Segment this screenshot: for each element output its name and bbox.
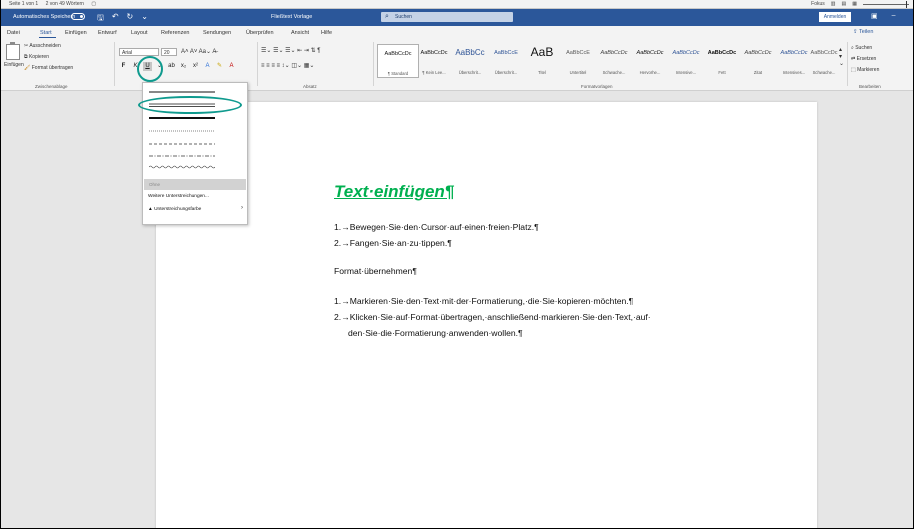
autosave-toggle[interactable]: [71, 13, 85, 20]
share-button[interactable]: ⇪ Teilen: [853, 29, 873, 35]
tab-file[interactable]: Datei: [7, 30, 20, 36]
undo-icon[interactable]: ↶: [112, 12, 119, 26]
page-count[interactable]: Seite 1 von 1: [9, 1, 38, 7]
select-button[interactable]: ⬚ Markieren: [851, 67, 879, 73]
ribbon-display-icon[interactable]: ▣: [871, 12, 878, 20]
ribbon-tabs: Datei Start Einfügen Entwurf Layout Refe…: [1, 26, 913, 38]
group-divider: [257, 42, 258, 86]
list-item[interactable]: 2.→Fangen·Sie·an·zu·tippen.¶: [334, 238, 452, 248]
read-mode-icon[interactable]: ▥: [831, 0, 836, 8]
styles-scroll-icon[interactable]: ▴ ▾ ⌄: [839, 46, 844, 67]
proofing-icon[interactable]: ▢: [91, 1, 96, 7]
group-divider: [114, 42, 115, 86]
tab-design[interactable]: Entwurf: [98, 30, 117, 36]
list-buttons-icon[interactable]: ☰⌄ ☰⌄ ☰⌄ ⇤ ⇥ ⇅ ¶: [261, 47, 321, 54]
search-icon: ⌕: [385, 13, 389, 20]
list-item[interactable]: 1.→Bewegen·Sie·den·Cursor·auf·einen·frei…: [334, 222, 539, 232]
underline-thick[interactable]: [149, 115, 215, 121]
annotation-oval: [138, 96, 242, 114]
print-layout-icon[interactable]: ▤: [842, 0, 847, 8]
brush-icon: 🖌: [24, 65, 32, 71]
style-subtle-reference[interactable]: AaBbCcDc Schwache...: [809, 44, 839, 78]
styles-group-label: Formatvorlagen: [581, 84, 613, 89]
search-box[interactable]: ⌕ Suchen: [381, 12, 513, 22]
customize-icon[interactable]: ⌄: [141, 12, 148, 26]
minimize-icon[interactable]: –: [892, 12, 896, 20]
underline-dotted[interactable]: [149, 128, 215, 134]
more-underlines-item[interactable]: Weitere Unterstreichungen...: [148, 194, 209, 199]
tab-insert[interactable]: Einfügen: [65, 30, 87, 36]
grow-font-icon[interactable]: A˄ A˅ Aa⌄ A̶: [181, 48, 216, 55]
text-effects-icon[interactable]: A: [203, 62, 212, 71]
font-name-select[interactable]: Arial: [119, 48, 159, 56]
paragraph-group-label: Absatz: [303, 84, 317, 89]
tab-review[interactable]: Überprüfen: [246, 30, 274, 36]
editing-group-label: Bearbeiten: [859, 84, 881, 89]
title-bar: Automatisches Speichern 🖫 ↶ ↻ ⌄ Fließtex…: [1, 9, 913, 26]
highlight-icon[interactable]: ✎: [215, 62, 224, 71]
tab-start[interactable]: Start: [40, 30, 52, 36]
tab-help[interactable]: Hilfe: [321, 30, 332, 36]
document-canvas: Text·einfügen¶ 1.→Bewegen·Sie·den·Cursor…: [1, 91, 913, 528]
tab-layout[interactable]: Layout: [131, 30, 148, 36]
underline-single[interactable]: [149, 89, 215, 95]
find-button[interactable]: ⌕ Suchen: [851, 45, 872, 51]
redo-icon[interactable]: ↻: [127, 12, 134, 26]
clipboard-group-label: Zwischenablage: [35, 84, 68, 89]
bold-icon[interactable]: F: [119, 62, 128, 71]
cut-button[interactable]: ✂ Ausschneiden: [24, 43, 61, 49]
web-layout-icon[interactable]: ▦: [852, 0, 857, 8]
tab-view[interactable]: Ansicht: [291, 30, 309, 36]
underline-wave[interactable]: [149, 164, 215, 170]
search-placeholder: Suchen: [395, 14, 412, 20]
group-divider: [373, 42, 374, 86]
subheading[interactable]: Format·übernehmen¶: [334, 266, 417, 276]
list-item[interactable]: 1.→Markieren·Sie·den·Text·mit·der·Format…: [334, 296, 633, 306]
subscript-icon[interactable]: x₂: [179, 62, 188, 71]
format-painter-button[interactable]: 🖌 Format übertragen: [24, 65, 73, 71]
focus-button[interactable]: Fokus: [811, 0, 825, 8]
underline-dash-dot[interactable]: [149, 153, 215, 159]
font-size-select[interactable]: 20: [161, 48, 177, 56]
list-item-continuation[interactable]: den·Sie·die·Formatierung·anwenden·wollen…: [348, 328, 523, 338]
autosave-label: Automatisches Speichern: [13, 14, 76, 20]
save-icon[interactable]: 🖫: [97, 12, 104, 26]
document-heading[interactable]: Text·einfügen¶: [334, 182, 454, 202]
word-window: Seite 1 von 1 2 von 49 Wörtern ▢ Fokus ▥…: [0, 0, 914, 529]
font-color-icon[interactable]: A: [227, 62, 236, 71]
copy-button[interactable]: ⧉ Kopieren: [24, 54, 49, 60]
zoom-slider[interactable]: [863, 0, 909, 8]
submenu-arrow-icon: ›: [241, 205, 243, 211]
underline-dashed[interactable]: [149, 141, 215, 147]
document-title[interactable]: Fließtext Vorlage: [271, 14, 312, 20]
document-page[interactable]: Text·einfügen¶ 1.→Bewegen·Sie·den·Cursor…: [156, 102, 817, 528]
status-bar: Seite 1 von 1 2 von 49 Wörtern ▢ Fokus ▥…: [1, 0, 913, 9]
list-item[interactable]: 2.→Klicken·Sie·auf·Format·übertragen,·an…: [334, 312, 651, 322]
styles-gallery: AaBbCcDc ¶ Standard AaBbCcDc ¶ Kein Lee...…: [377, 44, 839, 78]
tab-mailings[interactable]: Sendungen: [203, 30, 231, 36]
underline-none-option[interactable]: Ohne: [144, 179, 246, 190]
strikethrough-icon[interactable]: ab: [167, 62, 176, 71]
paste-icon[interactable]: [6, 42, 20, 60]
superscript-icon[interactable]: x²: [191, 62, 200, 71]
word-count[interactable]: 2 von 49 Wörtern: [46, 1, 84, 7]
replace-button[interactable]: ⇄ Ersetzen: [851, 56, 876, 62]
group-divider: [847, 42, 848, 86]
underline-color-item[interactable]: ▲ Unterstreichungsfarbe: [148, 207, 201, 212]
alignment-buttons-icon[interactable]: ≡ ≡ ≡ ≡ ↕⌄ ◫⌄ ▦⌄: [261, 62, 314, 69]
annotation-circle: [137, 56, 163, 82]
tab-references[interactable]: Referenzen: [161, 30, 189, 36]
signin-button[interactable]: Anmelden: [819, 12, 851, 22]
paste-button[interactable]: Einfügen: [4, 62, 24, 68]
